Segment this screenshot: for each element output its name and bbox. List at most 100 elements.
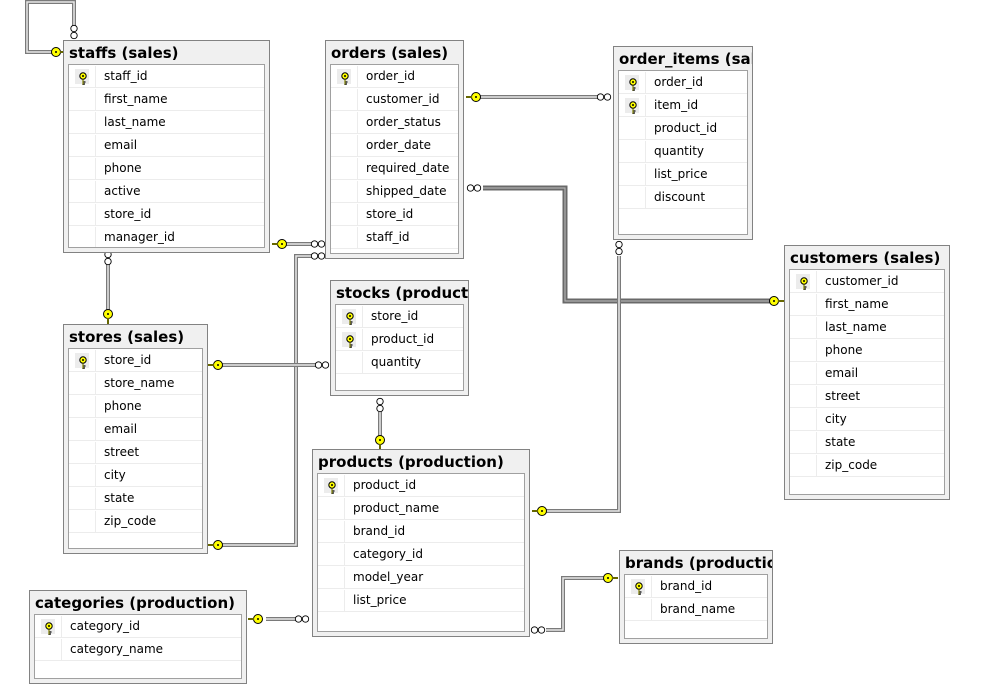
- row-selector[interactable]: [69, 418, 96, 440]
- row-selector[interactable]: [790, 293, 817, 315]
- row-selector[interactable]: [790, 270, 817, 292]
- column-row[interactable]: active: [69, 180, 264, 203]
- row-selector[interactable]: [331, 180, 358, 202]
- row-selector[interactable]: [619, 94, 646, 116]
- row-selector[interactable]: [69, 180, 96, 202]
- relationship-staffs-stores[interactable]: [103, 250, 113, 324]
- row-selector[interactable]: [69, 134, 96, 156]
- column-row[interactable]: product_id: [619, 117, 747, 140]
- column-row[interactable]: product_id: [318, 474, 524, 497]
- relationship-order-items-products[interactable]: [532, 240, 623, 516]
- row-selector[interactable]: [69, 487, 96, 509]
- relationship-products-categories[interactable]: [248, 614, 310, 624]
- row-selector[interactable]: [790, 431, 817, 453]
- column-row[interactable]: phone: [69, 157, 264, 180]
- relationship-orders-staffs[interactable]: [272, 239, 326, 249]
- row-selector[interactable]: [69, 203, 96, 225]
- row-selector[interactable]: [790, 454, 817, 476]
- row-selector[interactable]: [619, 71, 646, 93]
- row-selector[interactable]: [69, 464, 96, 486]
- column-row[interactable]: phone: [69, 395, 202, 418]
- relationship-order-items-orders[interactable]: [466, 92, 612, 102]
- row-selector[interactable]: [336, 351, 363, 373]
- column-row[interactable]: order_id: [331, 65, 458, 88]
- table-stocks[interactable]: stocks (productio store_id product_idqua…: [330, 280, 469, 396]
- column-row[interactable]: list_price: [619, 163, 747, 186]
- column-row[interactable]: email: [69, 134, 264, 157]
- table-title[interactable]: orders (sales): [326, 41, 463, 63]
- row-selector[interactable]: [69, 157, 96, 179]
- column-row[interactable]: brand_name: [625, 598, 767, 621]
- row-selector[interactable]: [790, 339, 817, 361]
- column-row[interactable]: quantity: [619, 140, 747, 163]
- column-row[interactable]: last_name: [790, 316, 944, 339]
- row-selector[interactable]: [331, 203, 358, 225]
- table-title[interactable]: order_items (sale: [614, 47, 752, 69]
- relationship-products-brands[interactable]: [530, 573, 618, 634]
- table-title[interactable]: stores (sales): [64, 325, 207, 347]
- column-row[interactable]: category_name: [35, 638, 241, 661]
- row-selector[interactable]: [69, 441, 96, 463]
- row-selector[interactable]: [625, 598, 652, 620]
- table-title[interactable]: categories (production): [30, 591, 246, 613]
- column-row[interactable]: category_id: [35, 615, 241, 638]
- row-selector[interactable]: [318, 543, 345, 565]
- row-selector[interactable]: [331, 134, 358, 156]
- column-row[interactable]: phone: [790, 339, 944, 362]
- table-title[interactable]: staffs (sales): [64, 41, 269, 63]
- row-selector[interactable]: [69, 88, 96, 110]
- row-selector[interactable]: [35, 638, 62, 660]
- row-selector[interactable]: [790, 316, 817, 338]
- column-row[interactable]: state: [790, 431, 944, 454]
- column-row[interactable]: street: [790, 385, 944, 408]
- row-selector[interactable]: [331, 88, 358, 110]
- row-selector[interactable]: [69, 395, 96, 417]
- column-row[interactable]: category_id: [318, 543, 524, 566]
- column-row[interactable]: product_id: [336, 328, 463, 351]
- column-row[interactable]: model_year: [318, 566, 524, 589]
- table-categories[interactable]: categories (production) category_id categ…: [29, 590, 247, 684]
- row-selector[interactable]: [619, 117, 646, 139]
- table-title[interactable]: brands (productior: [620, 551, 772, 573]
- column-row[interactable]: quantity: [336, 351, 463, 374]
- column-row[interactable]: staff_id: [331, 226, 458, 249]
- row-selector[interactable]: [69, 510, 96, 532]
- column-row[interactable]: staff_id: [69, 65, 264, 88]
- column-row[interactable]: list_price: [318, 589, 524, 612]
- table-staffs[interactable]: staffs (sales) staff_id first_name last_na…: [63, 40, 270, 253]
- column-row[interactable]: email: [790, 362, 944, 385]
- column-row[interactable]: order_date: [331, 134, 458, 157]
- table-products[interactable]: products (production) product_id product_…: [312, 449, 530, 637]
- row-selector[interactable]: [318, 474, 345, 496]
- row-selector[interactable]: [318, 520, 345, 542]
- row-selector[interactable]: [318, 589, 345, 611]
- table-customers[interactable]: customers (sales) customer_id first_name l…: [784, 245, 950, 500]
- table-order-items[interactable]: order_items (sale order_id item_id produc…: [613, 46, 753, 240]
- row-selector[interactable]: [790, 408, 817, 430]
- column-row[interactable]: order_id: [619, 71, 747, 94]
- column-row[interactable]: state: [69, 487, 202, 510]
- column-row[interactable]: street: [69, 441, 202, 464]
- column-row[interactable]: brand_id: [318, 520, 524, 543]
- row-selector[interactable]: [790, 385, 817, 407]
- row-selector[interactable]: [35, 615, 62, 637]
- relationship-stocks-stores[interactable]: [208, 360, 330, 370]
- row-selector[interactable]: [69, 372, 96, 394]
- column-row[interactable]: store_name: [69, 372, 202, 395]
- relationship-stocks-products[interactable]: [375, 397, 385, 450]
- column-row[interactable]: email: [69, 418, 202, 441]
- column-row[interactable]: store_id: [69, 203, 264, 226]
- table-title[interactable]: stocks (productio: [331, 281, 468, 303]
- column-row[interactable]: last_name: [69, 111, 264, 134]
- column-row[interactable]: first_name: [69, 88, 264, 111]
- row-selector[interactable]: [69, 111, 96, 133]
- column-row[interactable]: customer_id: [790, 270, 944, 293]
- table-title[interactable]: customers (sales): [785, 246, 949, 268]
- column-row[interactable]: zip_code: [69, 510, 202, 533]
- row-selector[interactable]: [336, 305, 363, 327]
- column-row[interactable]: required_date: [331, 157, 458, 180]
- column-row[interactable]: customer_id: [331, 88, 458, 111]
- row-selector[interactable]: [331, 226, 358, 248]
- column-row[interactable]: first_name: [790, 293, 944, 316]
- column-row[interactable]: item_id: [619, 94, 747, 117]
